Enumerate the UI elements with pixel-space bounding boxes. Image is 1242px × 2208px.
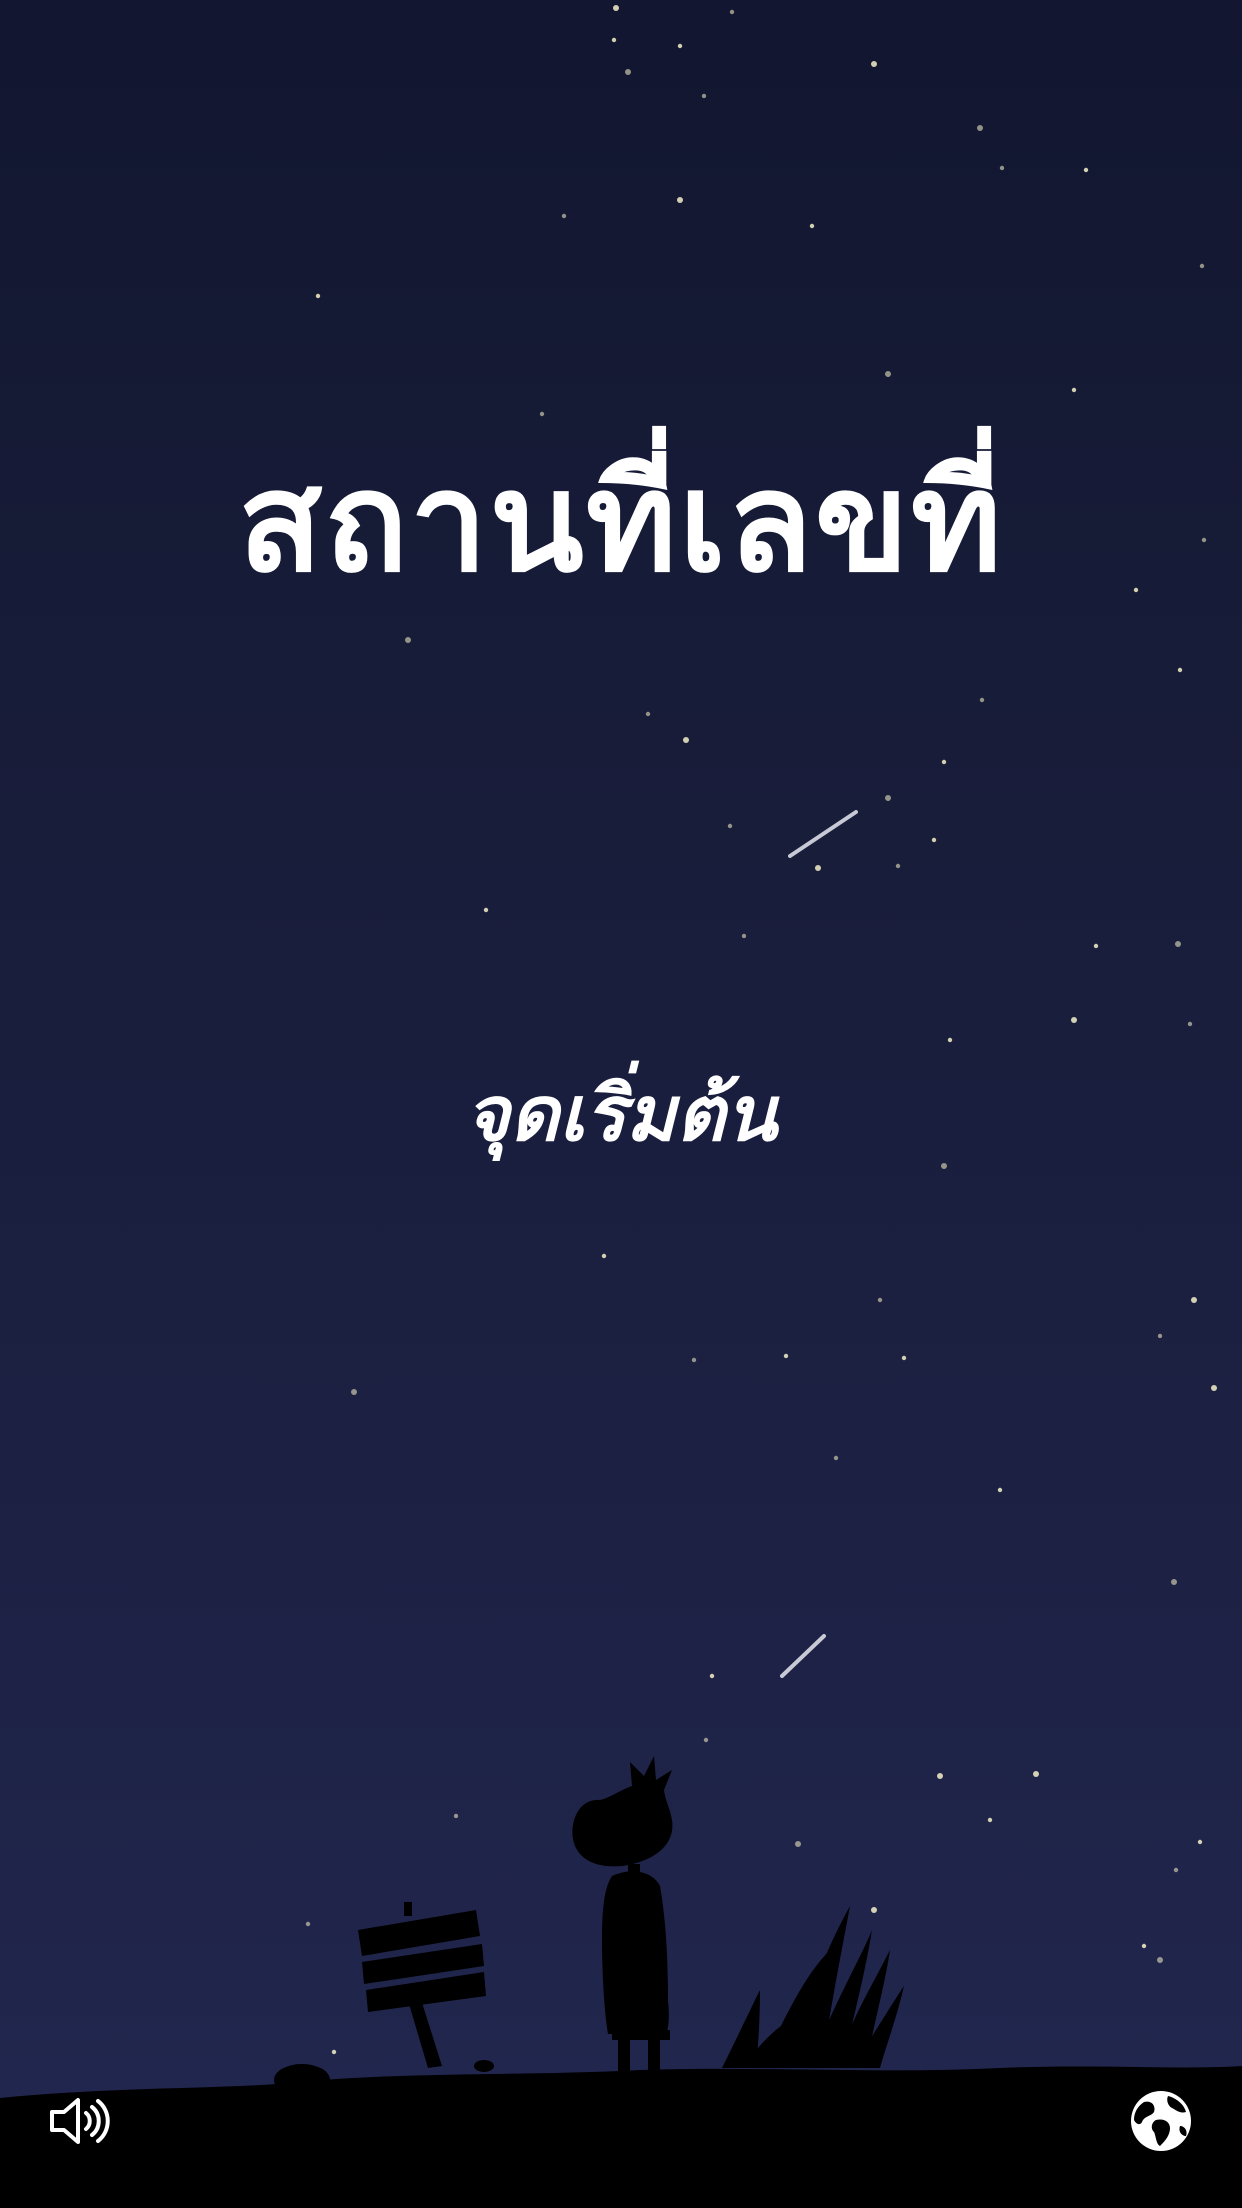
star	[1199, 263, 1205, 269]
star	[783, 1353, 789, 1359]
title-screen: สถานที่เลขที่ จุดเริ่มต้น	[0, 0, 1242, 2208]
sound-toggle-button[interactable]	[44, 2086, 114, 2156]
shooting-stars	[780, 810, 858, 1678]
star	[997, 1487, 1003, 1493]
star	[947, 1037, 953, 1043]
start-button[interactable]: จุดเริ่มต้น	[0, 1068, 1242, 1159]
star	[901, 1355, 907, 1361]
star	[1211, 1385, 1217, 1391]
star	[833, 1455, 839, 1461]
star	[709, 1673, 715, 1679]
star	[1187, 1021, 1193, 1027]
star	[1071, 387, 1077, 393]
star	[405, 637, 411, 643]
star	[691, 1357, 697, 1363]
star	[677, 197, 683, 203]
star	[727, 823, 733, 829]
star	[877, 1297, 883, 1303]
ground-silhouette-scene	[0, 1756, 1242, 2208]
pebble	[474, 2060, 494, 2072]
star	[701, 93, 707, 99]
star	[677, 43, 683, 49]
star	[979, 697, 985, 703]
star	[885, 795, 891, 801]
star	[871, 61, 877, 67]
star	[1083, 167, 1089, 173]
star	[539, 411, 545, 417]
star	[1175, 941, 1181, 947]
star	[315, 293, 321, 299]
star	[1191, 1297, 1197, 1303]
star	[683, 737, 689, 743]
star	[645, 711, 651, 717]
language-button[interactable]	[1126, 2086, 1196, 2156]
star	[931, 837, 937, 843]
speaker-volume-icon	[50, 2098, 110, 2144]
star	[977, 125, 983, 131]
star	[1171, 1579, 1177, 1585]
star	[625, 69, 631, 75]
star	[815, 865, 821, 871]
star	[483, 907, 489, 913]
star	[741, 933, 747, 939]
star	[613, 5, 619, 11]
boy-silhouette	[572, 1756, 673, 2074]
star	[611, 37, 617, 43]
star	[999, 165, 1005, 171]
game-title: สถานที่เลขที่	[238, 442, 1004, 603]
star	[885, 371, 891, 377]
globe-icon	[1131, 2091, 1191, 2151]
star	[601, 1253, 607, 1259]
star	[1071, 1017, 1077, 1023]
star	[729, 9, 735, 15]
star	[1157, 1333, 1163, 1339]
star	[351, 1389, 357, 1395]
star	[1177, 667, 1183, 673]
shooting-star	[788, 810, 858, 858]
shooting-star	[780, 1634, 826, 1678]
star	[941, 759, 947, 765]
star	[561, 213, 567, 219]
ground	[0, 2066, 1242, 2208]
star	[895, 863, 901, 869]
signpost	[358, 1902, 486, 2068]
rock	[274, 2064, 330, 2096]
star	[1093, 943, 1099, 949]
grass-tuft	[722, 1906, 904, 2068]
star	[941, 1163, 947, 1169]
star	[809, 223, 815, 229]
